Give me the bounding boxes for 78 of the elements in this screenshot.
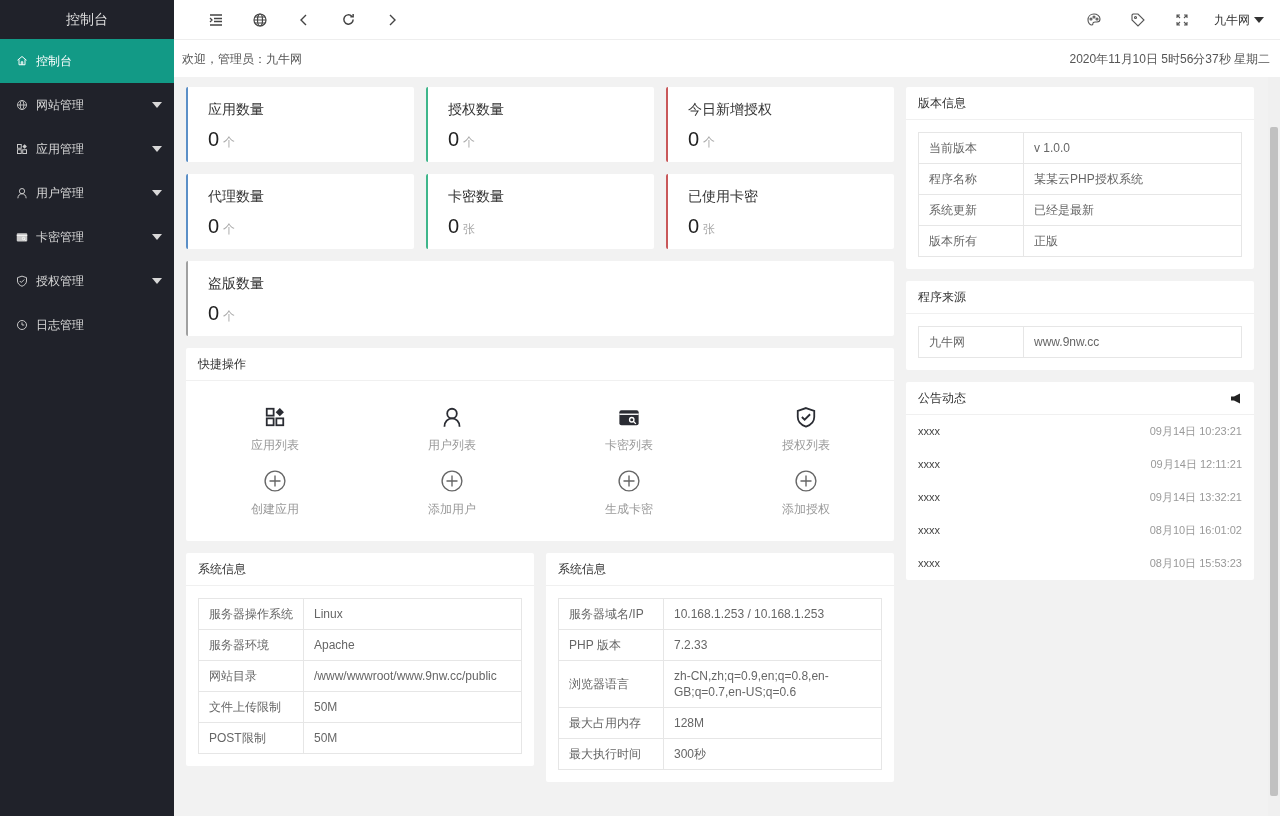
table-cell: 文件上传限制 — [198, 691, 304, 723]
table-cell: 网站目录 — [198, 660, 304, 692]
announcement-text[interactable]: xxxx — [918, 555, 940, 572]
table-cell: 已经是最新 — [1023, 194, 1242, 226]
table-cell: 某某云PHP授权系统 — [1023, 163, 1242, 195]
table-cell: 10.168.1.253 / 10.168.1.253 — [663, 598, 882, 630]
table-cell: 300秒 — [663, 738, 882, 770]
panel-title: 系统信息 — [558, 561, 606, 578]
table-cell: PHP 版本 — [558, 629, 664, 661]
panel-title: 程序来源 — [918, 289, 966, 306]
stat-unit: 个 — [223, 308, 236, 325]
table-cell: 50M — [303, 691, 522, 723]
welcome-text: 欢迎，管理员：九牛网 — [182, 50, 302, 68]
table-cell: Linux — [303, 598, 522, 630]
sidebar-item[interactable]: 应用管理 — [0, 127, 174, 171]
table-cell: 版本所有 — [918, 225, 1024, 257]
sidebar-item[interactable]: 控制台 — [0, 39, 174, 83]
table-cell: 服务器操作系统 — [198, 598, 304, 630]
stat-label: 代理数量 — [208, 187, 265, 206]
panel-title: 版本信息 — [918, 95, 966, 112]
user-menu[interactable]: 九牛网 — [1204, 10, 1268, 29]
stat-label: 应用数量 — [208, 100, 265, 119]
panel-title: 快捷操作 — [198, 356, 246, 373]
stat-label: 授权数量 — [448, 100, 505, 119]
table-cell: 正版 — [1023, 225, 1242, 257]
announcement-time: 08月10日 15:53:23 — [1149, 556, 1242, 572]
stat-unit: 张 — [703, 221, 716, 238]
stat-value: 0 — [448, 127, 460, 152]
table-cell: 服务器环境 — [198, 629, 304, 661]
stat-value: 0 — [208, 301, 220, 326]
sidebar-item[interactable]: 日志管理 — [0, 303, 174, 347]
table-cell: 7.2.33 — [663, 629, 882, 661]
announcement-time: 09月14日 13:32:21 — [1149, 490, 1242, 506]
announcement-text[interactable]: xxxx — [918, 522, 940, 539]
table-cell: zh-CN,zh;q=0.9,en;q=0.8,en-GB;q=0.7,en-US;q=0.6 — [663, 660, 882, 708]
stat-label: 已使用卡密 — [688, 187, 759, 206]
stat-unit: 个 — [703, 134, 716, 151]
sidebar-title: 控制台 — [65, 10, 109, 29]
table-cell: 50M — [303, 722, 522, 754]
panel-title: 公告动态 — [918, 390, 966, 407]
table-cell: 128M — [663, 707, 882, 739]
sidebar-item[interactable]: 授权管理 — [0, 259, 174, 303]
stat-unit: 张 — [463, 221, 476, 238]
table-cell: Apache — [303, 629, 522, 661]
table-cell: 系统更新 — [918, 194, 1024, 226]
table-cell: /www/wwwroot/www.9nw.cc/public — [303, 660, 522, 692]
stat-unit: 个 — [223, 134, 236, 151]
announcement-text[interactable]: xxxx — [918, 456, 940, 473]
table-cell: 九牛网 — [918, 326, 1024, 358]
stat-unit: 个 — [223, 221, 236, 238]
table-cell: 浏览器语言 — [558, 660, 664, 708]
announcement-time: 08月10日 16:01:02 — [1149, 523, 1242, 539]
stat-value: 0 — [688, 127, 700, 152]
stat-label: 盗版数量 — [208, 274, 265, 293]
stat-unit: 个 — [463, 134, 476, 151]
stat-value: 0 — [688, 214, 700, 239]
sidebar-item[interactable]: 用户管理 — [0, 171, 174, 215]
stat-value: 0 — [448, 214, 460, 239]
announcement-text[interactable]: xxxx — [918, 423, 940, 440]
table-cell: 当前版本 — [918, 132, 1024, 164]
sidebar-item[interactable]: 网站管理 — [0, 83, 174, 127]
table-cell: 服务器域名/IP — [558, 598, 664, 630]
stat-label: 卡密数量 — [448, 187, 505, 206]
announcement-text[interactable]: xxxx — [918, 489, 940, 506]
table-cell: www.9nw.cc — [1023, 326, 1242, 358]
table-cell: POST限制 — [198, 722, 304, 754]
stat-value: 0 — [208, 214, 220, 239]
table-cell: 最大执行时间 — [558, 738, 664, 770]
sidebar-item[interactable]: 卡密管理 — [0, 215, 174, 259]
panel-title: 系统信息 — [198, 561, 246, 578]
announcement-time: 09月14日 10:23:21 — [1149, 424, 1242, 440]
stat-value: 0 — [208, 127, 220, 152]
table-cell: 程序名称 — [918, 163, 1024, 195]
table-cell: 最大占用内存 — [558, 707, 664, 739]
announcement-time: 09月14日 12:11:21 — [1150, 457, 1242, 473]
table-cell: v 1.0.0 — [1023, 132, 1242, 164]
stat-label: 今日新增授权 — [688, 100, 773, 119]
datetime-text: 2020年11月10日 5时56分37秒 星期二 — [1069, 50, 1270, 68]
